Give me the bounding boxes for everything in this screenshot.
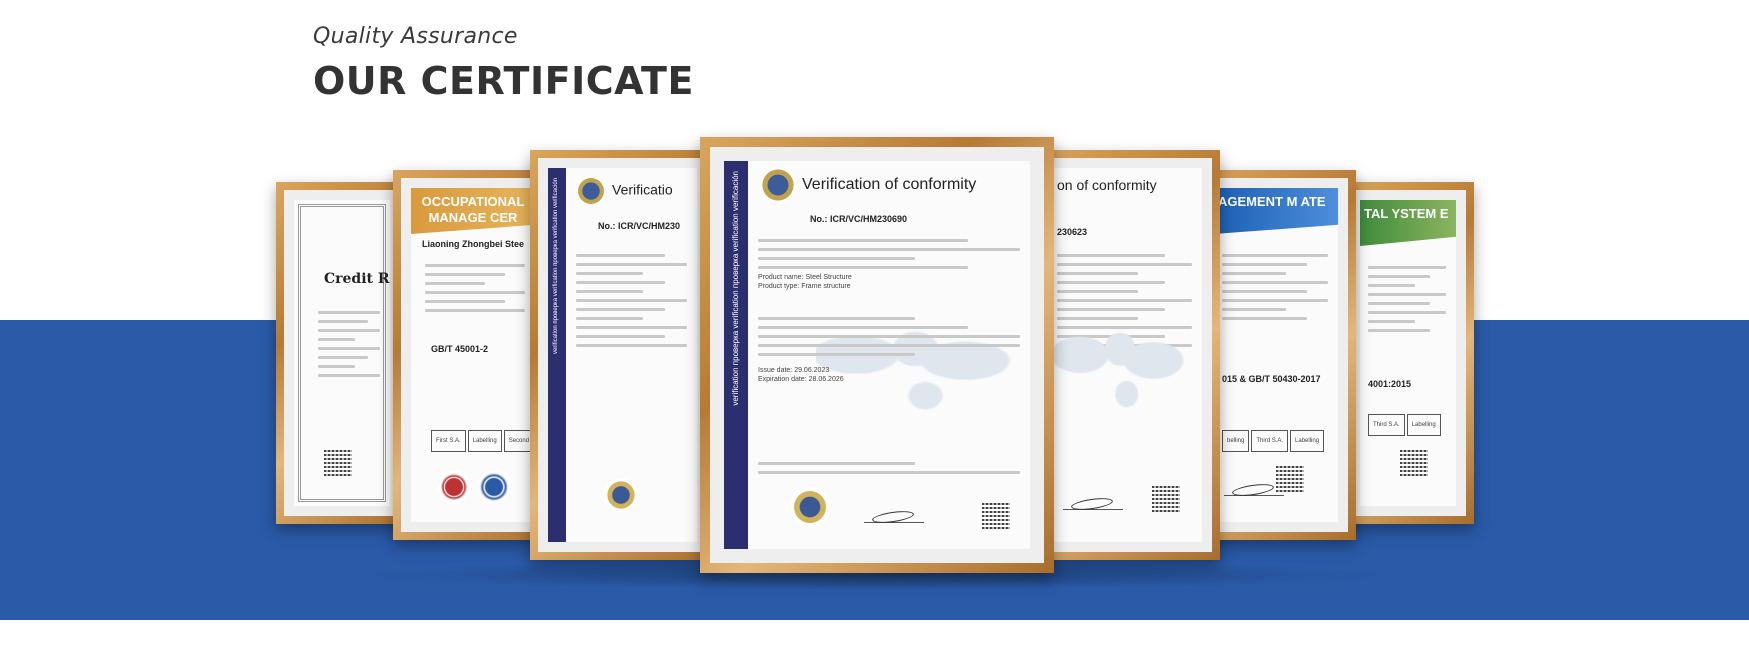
certificate-heading: on of conformity (1057, 177, 1157, 193)
certificate-frame-vc-left[interactable]: verification проверка verification прове… (530, 150, 715, 560)
certificate-company: Liaoning Zhongbei Stee (422, 239, 524, 249)
signature (1063, 499, 1123, 510)
certificate-credit: Credit R (294, 200, 390, 506)
certificate-mat: verification проверка verification прове… (538, 158, 707, 552)
certificate-number: 230623 (1057, 227, 1088, 237)
certificate-mat: verification проверка verification прове… (710, 147, 1044, 563)
certificate-mat: TAL YSTEM E 4001:2015 Third S.A. Labelli… (1350, 190, 1466, 516)
certificate-vc-left: verification проверка verification прове… (548, 168, 697, 542)
icr-seal-icon (790, 487, 830, 527)
certificate-number: No.: ICR/VC/HM230 (598, 221, 681, 231)
label-boxes: Third S.A. Labelling (1368, 413, 1441, 436)
certificate-frame-ohs-orange[interactable]: OCCUPATIONAL MANAGE CER Liaoning Zhongbe… (393, 170, 553, 540)
date-rows: Issue date: 29.06.2023 Expiration date: … (758, 367, 844, 384)
strip-text: verification проверка verification прове… (731, 171, 740, 406)
qr-code-icon (982, 501, 1010, 529)
label-box: Third S.A. (1368, 413, 1405, 436)
label-box: Labelling (1406, 413, 1441, 436)
certificate-heading: Verification of conformity (760, 167, 1024, 203)
text-lines (1368, 260, 1446, 338)
strip-text: verification проверка verification прове… (553, 178, 559, 355)
certificate-mat: AGEMENT M ATE 015 & GB/T 50430-2017 bell… (1204, 178, 1348, 532)
signature (1224, 485, 1284, 496)
certificate-heading: Verificatio (576, 176, 691, 206)
blue-seal-icon (477, 470, 511, 504)
issue-date: 29.06.2023 (794, 367, 830, 374)
icr-seal-icon (604, 478, 638, 512)
certificate-standard: 4001:2015 (1368, 379, 1412, 389)
certificate-heading-text: Verification of conformity (802, 176, 977, 194)
section-header: Quality Assurance OUR CERTIFICATE (313, 24, 694, 103)
certificate-mat: OCCUPATIONAL MANAGE CER Liaoning Zhongbe… (401, 178, 545, 532)
certificate-mat: on of conformity 230623 (1043, 158, 1212, 552)
text-lines (758, 456, 1020, 480)
text-lines (425, 258, 525, 318)
verification-strip: verification проверка verification прове… (548, 168, 566, 542)
certificate-mat: Credit R (284, 190, 400, 516)
certificate-frame-ohs-blue[interactable]: AGEMENT M ATE 015 & GB/T 50430-2017 bell… (1196, 170, 1356, 540)
text-lines (758, 233, 1020, 275)
label-boxes: First S.A. Labelling Second (431, 429, 535, 452)
product-rows: Product name: Steel Structure Product ty… (758, 274, 852, 291)
certificate-frame-vc-center[interactable]: verification проверка verification прове… (700, 137, 1054, 573)
section-title: OUR CERTIFICATE (313, 59, 694, 103)
section-subtitle: Quality Assurance (313, 24, 518, 49)
credit-title: Credit R (324, 271, 390, 287)
label-boxes: belling Third S.A. Labelling (1222, 429, 1325, 452)
certificate-banner: OCCUPATIONAL MANAGE CER (411, 188, 535, 234)
expiry-date: 28.06.2026 (808, 376, 844, 384)
text-lines (1222, 248, 1328, 326)
qr-code-icon (1152, 484, 1180, 512)
world-map-watermark (1053, 310, 1188, 423)
certificate-banner: TAL YSTEM E (1360, 200, 1456, 246)
product-type: Frame structure (801, 283, 851, 291)
certificate-ohs-orange: OCCUPATIONAL MANAGE CER Liaoning Zhongbe… (411, 188, 535, 522)
label-box: Labelling (467, 429, 502, 452)
text-lines (758, 311, 1020, 362)
certificate-heading-text: Verificatio (612, 181, 673, 198)
verification-strip: verification проверка verification прове… (724, 161, 748, 549)
certificate-banner: AGEMENT M ATE (1214, 188, 1338, 234)
signature (864, 512, 924, 523)
label-box: First S.A. (431, 429, 466, 452)
certificate-frame-ohs-green[interactable]: TAL YSTEM E 4001:2015 Third S.A. Labelli… (1342, 182, 1474, 524)
text-lines (318, 305, 380, 383)
label-box: Third S.A. (1251, 429, 1289, 452)
label-box: Labelling (1290, 429, 1325, 452)
certificate-vc-right: on of conformity 230623 (1053, 168, 1202, 542)
certificate-standard: GB/T 45001-2 (431, 344, 489, 354)
qr-code-icon (1400, 448, 1428, 476)
text-lines (576, 248, 687, 353)
certificate-frame-vc-right[interactable]: on of conformity 230623 (1035, 150, 1220, 560)
certificate-frame-credit[interactable]: Credit R (276, 182, 408, 524)
certificate-vc-center: verification проверка verification прове… (724, 161, 1030, 549)
icr-logo-icon (576, 176, 606, 206)
certificate-ohs-green: TAL YSTEM E 4001:2015 Third S.A. Labelli… (1360, 200, 1456, 506)
certificate-number: No.: ICR/VC/HM230690 (810, 214, 908, 224)
red-seal-icon (437, 470, 471, 504)
icr-logo-icon (760, 167, 796, 203)
product-name: Steel Structure (805, 274, 852, 281)
certificate-standard: 015 & GB/T 50430-2017 (1222, 374, 1321, 384)
label-box: belling (1222, 429, 1250, 452)
qr-code-icon (324, 448, 352, 476)
certificate-ohs-blue: AGEMENT M ATE 015 & GB/T 50430-2017 bell… (1214, 188, 1338, 522)
